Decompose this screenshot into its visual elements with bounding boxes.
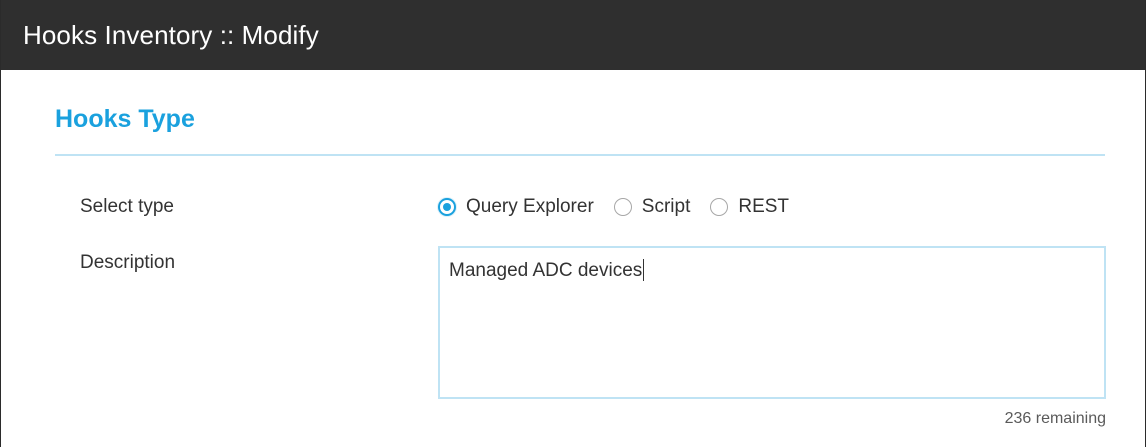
character-counter: 236 remaining xyxy=(1004,410,1106,427)
script-label[interactable]: Script xyxy=(642,196,691,218)
window-title: Hooks Inventory :: Modify xyxy=(23,20,319,50)
section-divider xyxy=(55,154,1105,156)
window-titlebar: Hooks Inventory :: Modify xyxy=(1,0,1145,70)
rest-label[interactable]: REST xyxy=(738,196,789,218)
script-radio-circle[interactable] xyxy=(613,198,632,216)
rest-radio-circle[interactable] xyxy=(710,198,729,216)
query-explorer-radio[interactable]: Query Explorer xyxy=(438,196,594,218)
rest-radio[interactable]: REST xyxy=(710,196,789,218)
description-value[interactable]: Managed ADC devices xyxy=(449,260,642,281)
query-explorer-label[interactable]: Query Explorer xyxy=(466,196,594,218)
description-label: Description xyxy=(80,252,176,273)
hook-type-radio-group: Query Explorer Script REST xyxy=(438,196,789,218)
description-text[interactable]: Managed ADC devices xyxy=(449,259,645,282)
query-explorer-radio-circle[interactable] xyxy=(438,198,456,216)
select-type-label: Select type xyxy=(80,196,174,217)
script-radio[interactable]: Script xyxy=(613,196,691,218)
section-title: Hooks Type xyxy=(55,105,195,133)
description-textarea[interactable]: Managed ADC devices xyxy=(438,246,1106,399)
text-caret xyxy=(643,259,645,281)
modify-hooks-window: Hooks Inventory :: Modify Hooks Type Sel… xyxy=(0,0,1146,447)
